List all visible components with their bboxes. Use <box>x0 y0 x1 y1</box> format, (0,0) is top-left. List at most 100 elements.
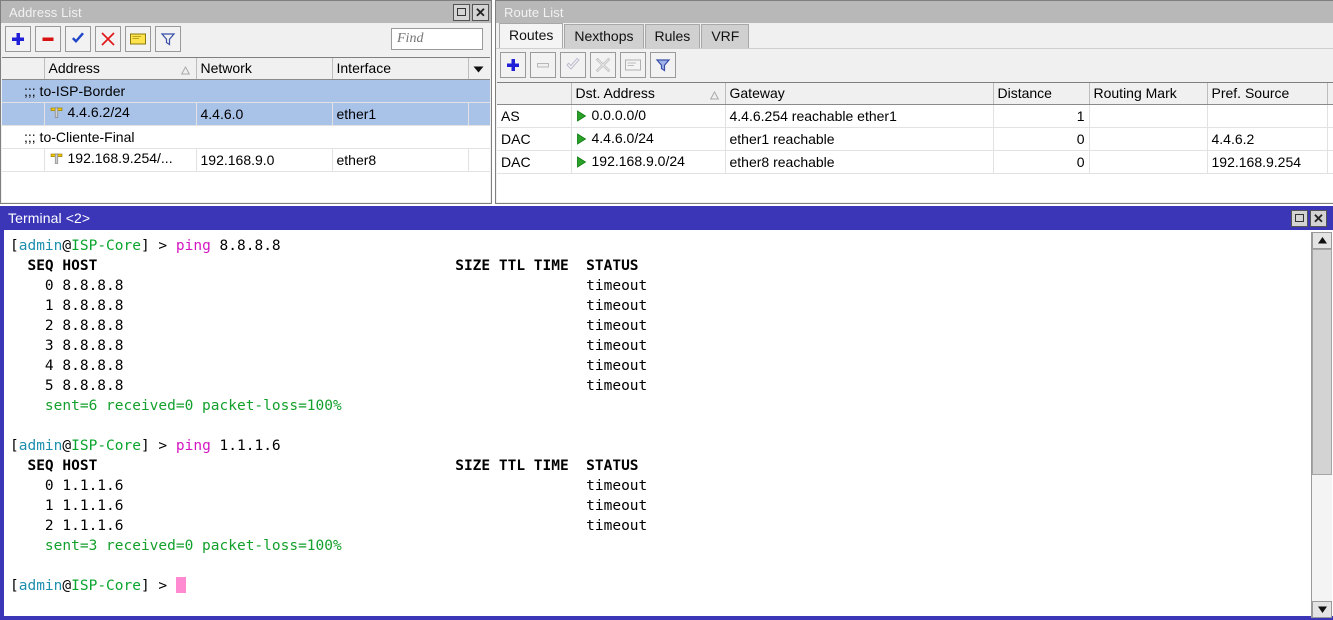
close-icon: ✕ <box>1313 212 1324 225</box>
terminal-line: 0 8.8.8.8 timeout <box>10 276 1300 296</box>
route-list-titlebar[interactable]: Route List <box>496 1 1333 23</box>
route-row-spacer <box>1327 127 1333 150</box>
terminal-line: [admin@ISP-Core] > ping 1.1.1.6 <box>10 436 1300 456</box>
route-col-pref-source[interactable]: Pref. Source <box>1207 83 1327 104</box>
terminal-line: 1 1.1.1.6 timeout <box>10 496 1300 516</box>
comment-button[interactable] <box>125 26 151 52</box>
address-col-address-label: Address <box>49 60 100 76</box>
note-icon <box>129 31 147 47</box>
enable-route-button <box>560 52 586 78</box>
route-list-toolbar <box>496 48 1333 81</box>
route-dst-value: 0.0.0.0/0 <box>592 107 647 123</box>
route-active-arrow-icon <box>576 156 587 168</box>
column-menu-button[interactable] <box>468 58 490 79</box>
route-row-dst-address: 192.168.9.0/24 <box>571 150 725 173</box>
address-comment-text: ;;; to-Cliente-Final <box>2 125 490 148</box>
tab-nexthops[interactable]: Nexthops <box>564 24 643 48</box>
terminal-line: 2 8.8.8.8 timeout <box>10 316 1300 336</box>
search-input[interactable] <box>391 28 483 50</box>
minus-icon <box>40 31 56 47</box>
route-row-distance: 0 <box>993 127 1089 150</box>
tab-rules[interactable]: Rules <box>645 24 701 48</box>
add-route-button[interactable] <box>500 52 526 78</box>
comment-route-button <box>620 52 646 78</box>
route-col-dst-label: Dst. Address <box>576 85 655 101</box>
maximize-button[interactable] <box>453 4 470 21</box>
tab-routes[interactable]: Routes <box>499 23 563 48</box>
enable-button[interactable] <box>65 26 91 52</box>
terminal-text: SEQ HOST SIZE TTL TIME STATUS <box>10 458 639 474</box>
funnel-icon <box>655 57 671 73</box>
route-col-flags[interactable] <box>497 83 571 104</box>
route-col-dst-address[interactable]: Dst. Address <box>571 83 725 104</box>
chevron-down-icon <box>473 66 484 73</box>
check-icon <box>70 31 86 47</box>
scrollbar-track[interactable] <box>1312 249 1332 601</box>
find-wrapper <box>391 28 483 50</box>
route-table-row[interactable]: DAC4.4.6.0/24ether1 reachable04.4.6.2 <box>497 127 1333 150</box>
address-col-flags[interactable] <box>2 58 44 79</box>
filter-route-button[interactable] <box>650 52 676 78</box>
add-button[interactable] <box>5 26 31 52</box>
filter-button[interactable] <box>155 26 181 52</box>
route-row-gateway: ether8 reachable <box>725 150 993 173</box>
scroll-down-arrow[interactable] <box>1312 601 1332 618</box>
terminal-line: 2 1.1.1.6 timeout <box>10 516 1300 536</box>
tab-vrf[interactable]: VRF <box>701 24 749 48</box>
terminal-text: @ <box>62 578 71 594</box>
funnel-icon <box>160 31 176 47</box>
sort-ascending-icon <box>181 62 190 78</box>
address-comment-row[interactable]: ;;; to-ISP-Border <box>2 79 490 102</box>
close-button[interactable]: ✕ <box>1310 210 1327 227</box>
terminal-text: ] > <box>141 438 176 454</box>
route-row-pref-source: 4.4.6.2 <box>1207 127 1327 150</box>
address-list-titlebar[interactable]: Address List ✕ <box>1 1 491 23</box>
route-list-table-wrap: Dst. Address Gateway Distance Routing Ma… <box>497 82 1333 202</box>
route-list-window: Route List Routes Nexthops Rules VRF <box>495 0 1333 204</box>
terminal-text: 4 8.8.8.8 timeout <box>10 358 647 374</box>
terminal-line: SEQ HOST SIZE TTL TIME STATUS <box>10 456 1300 476</box>
terminal-scrollbar[interactable] <box>1311 232 1332 618</box>
terminal-line: 3 8.8.8.8 timeout <box>10 336 1300 356</box>
route-list-title: Route List <box>504 5 1331 20</box>
terminal-text: 2 1.1.1.6 timeout <box>10 518 647 534</box>
scroll-thumb[interactable] <box>1312 249 1332 475</box>
route-table-row[interactable]: AS0.0.0.0/04.4.6.254 reachable ether11 <box>497 104 1333 127</box>
route-dst-value: 4.4.6.0/24 <box>592 130 654 146</box>
route-col-distance[interactable]: Distance <box>993 83 1089 104</box>
route-list-header-row: Dst. Address Gateway Distance Routing Ma… <box>497 83 1333 104</box>
terminal-window: Terminal <2> ✕ [admin@ISP-Core] > ping 8… <box>0 206 1333 620</box>
disable-button[interactable] <box>95 26 121 52</box>
address-table-row[interactable]: 192.168.9.254/...192.168.9.0ether8 <box>2 148 490 171</box>
route-row-dst-address: 4.4.6.0/24 <box>571 127 725 150</box>
note-icon <box>624 57 642 73</box>
close-button[interactable]: ✕ <box>472 4 489 21</box>
route-row-pref-source <box>1207 104 1327 127</box>
terminal-titlebar[interactable]: Terminal <2> ✕ <box>0 206 1333 230</box>
address-row-address: 4.4.6.2/24 <box>44 102 196 125</box>
plus-icon <box>505 57 521 73</box>
address-col-address[interactable]: Address <box>44 58 196 79</box>
terminal-title: Terminal <2> <box>8 210 1291 226</box>
scroll-up-arrow[interactable] <box>1312 232 1332 249</box>
route-row-gateway: 4.4.6.254 reachable ether1 <box>725 104 993 127</box>
address-col-network[interactable]: Network <box>196 58 332 79</box>
route-table-row[interactable]: DAC192.168.9.0/24ether8 reachable0192.16… <box>497 150 1333 173</box>
terminal-output[interactable]: [admin@ISP-Core] > ping 8.8.8.8 SEQ HOST… <box>4 230 1300 616</box>
terminal-text: sent=6 received=0 packet-loss=100% <box>10 398 342 414</box>
address-col-interface[interactable]: Interface <box>332 58 468 79</box>
remove-button[interactable] <box>35 26 61 52</box>
address-value: 192.168.9.254/... <box>68 150 173 166</box>
route-col-spacer <box>1327 83 1333 104</box>
route-col-gateway[interactable]: Gateway <box>725 83 993 104</box>
route-row-dst-address: 0.0.0.0/0 <box>571 104 725 127</box>
address-table-row[interactable]: 4.4.6.2/244.4.6.0ether1 <box>2 102 490 125</box>
terminal-text: 2 8.8.8.8 timeout <box>10 318 647 334</box>
route-list-tabs: Routes Nexthops Rules VRF <box>496 23 1333 48</box>
maximize-button[interactable] <box>1291 210 1308 227</box>
terminal-line: 5 8.8.8.8 timeout <box>10 376 1300 396</box>
route-col-routing-mark[interactable]: Routing Mark <box>1089 83 1207 104</box>
route-active-arrow-icon <box>576 110 587 122</box>
terminal-cursor <box>176 577 186 593</box>
address-comment-row[interactable]: ;;; to-Cliente-Final <box>2 125 490 148</box>
